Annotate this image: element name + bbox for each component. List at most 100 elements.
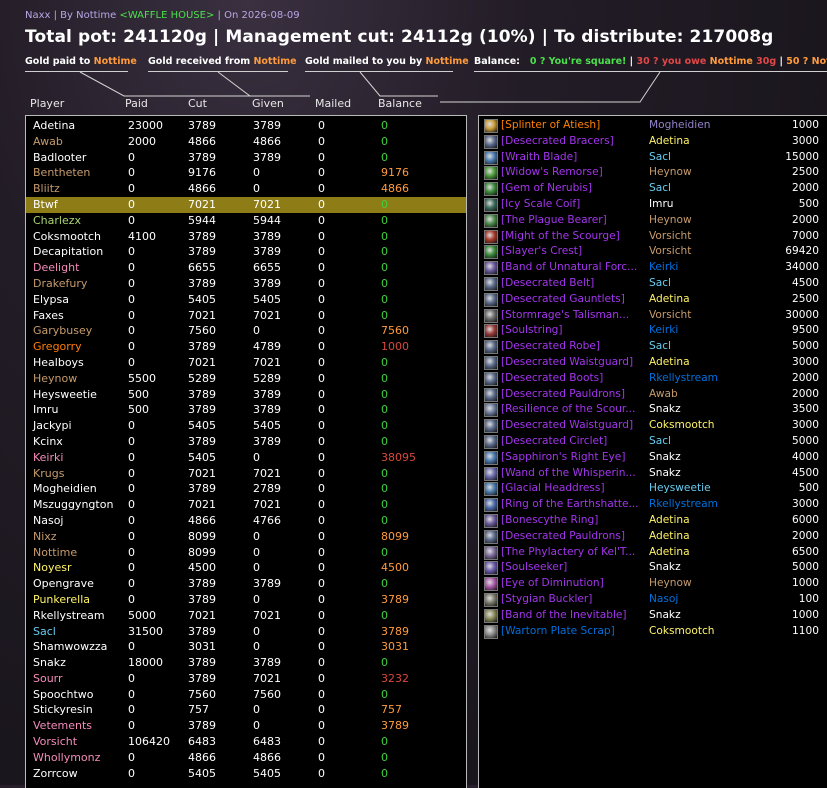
- player-row[interactable]: Spoochtwo 0 7560 7560 0 0: [26, 687, 466, 703]
- player-row[interactable]: Snakz 18000 3789 3789 0 0: [26, 655, 466, 671]
- player-row[interactable]: Whollymonz 0 4866 4866 0 0: [26, 750, 466, 766]
- item-link[interactable]: [The Plague Bearer]: [501, 213, 643, 229]
- loot-row[interactable]: [Soulstring] Keirki 9500: [479, 323, 827, 339]
- player-row[interactable]: Sourr 0 3789 7021 0 3232: [26, 671, 466, 687]
- item-link[interactable]: [Desecrated Boots]: [501, 371, 643, 387]
- item-link[interactable]: [Wand of the Whisperin...: [501, 466, 643, 482]
- item-link[interactable]: [Widow's Remorse]: [501, 165, 643, 181]
- loot-row[interactable]: [Splinter of Atiesh] Mogheidien 1000: [479, 118, 827, 134]
- item-link[interactable]: [Glacial Headdress]: [501, 481, 643, 497]
- item-link[interactable]: [Sapphiron's Right Eye]: [501, 450, 643, 466]
- loot-row[interactable]: [Widow's Remorse] Heynow 2500: [479, 165, 827, 181]
- column-header-paid[interactable]: Paid: [125, 97, 148, 110]
- item-link[interactable]: [Band of the Inevitable]: [501, 608, 643, 624]
- loot-row[interactable]: [Desecrated Pauldrons] Awab 2000: [479, 387, 827, 403]
- loot-row[interactable]: [Might of the Scourge] Vorsicht 7000: [479, 229, 827, 245]
- player-row[interactable]: Keirki 0 5405 0 0 38095: [26, 450, 466, 466]
- player-row[interactable]: Imru 500 3789 3789 0 0: [26, 402, 466, 418]
- loot-row[interactable]: [Wand of the Whisperin... Snakz 4500: [479, 466, 827, 482]
- column-header-balance[interactable]: Balance: [378, 97, 422, 110]
- player-row[interactable]: Kcinx 0 3789 3789 0 0: [26, 434, 466, 450]
- column-header-given[interactable]: Given: [252, 97, 284, 110]
- loot-row[interactable]: [Desecrated Waistguard] Adetina 3000: [479, 355, 827, 371]
- loot-row[interactable]: [Soulseeker] Snakz 5000: [479, 560, 827, 576]
- item-link[interactable]: [Desecrated Gauntlets]: [501, 292, 643, 308]
- player-row[interactable]: Rkellystream 5000 7021 7021 0 0: [26, 608, 466, 624]
- item-link[interactable]: [Desecrated Waistguard]: [501, 355, 643, 371]
- item-link[interactable]: [Desecrated Belt]: [501, 276, 643, 292]
- item-link[interactable]: [Desecrated Robe]: [501, 339, 643, 355]
- loot-row[interactable]: [Gem of Nerubis] Sacl 2000: [479, 181, 827, 197]
- loot-row[interactable]: [Band of the Inevitable] Snakz 1000: [479, 608, 827, 624]
- loot-row[interactable]: [Ring of the Earthshatte... Rkellystream 3…: [479, 497, 827, 513]
- loot-row[interactable]: [Bonescythe Ring] Adetina 6000: [479, 513, 827, 529]
- player-row[interactable]: Sacl 31500 3789 0 0 3789: [26, 624, 466, 640]
- loot-row[interactable]: [The Phylactery of Kel'T... Adetina 6500: [479, 545, 827, 561]
- player-row[interactable]: Heysweetie 500 3789 3789 0 0: [26, 387, 466, 403]
- item-link[interactable]: [Slayer's Crest]: [501, 244, 643, 260]
- loot-row[interactable]: [Desecrated Boots] Rkellystream 2000: [479, 371, 827, 387]
- loot-row[interactable]: [Desecrated Bracers] Adetina 3000: [479, 134, 827, 150]
- loot-row[interactable]: [Desecrated Belt] Sacl 4500: [479, 276, 827, 292]
- player-row[interactable]: Elypsa 0 5405 5405 0 0: [26, 292, 466, 308]
- column-header-player[interactable]: Player: [30, 97, 64, 110]
- item-link[interactable]: [Wartorn Plate Scrap]: [501, 624, 643, 640]
- item-link[interactable]: [Icy Scale Coif]: [501, 197, 643, 213]
- player-row[interactable]: Noyesr 0 4500 0 0 4500: [26, 560, 466, 576]
- loot-row[interactable]: [Wraith Blade] Sacl 15000: [479, 150, 827, 166]
- loot-row[interactable]: [Slayer's Crest] Vorsicht 69420: [479, 244, 827, 260]
- item-link[interactable]: [Band of Unnatural Forc...: [501, 260, 643, 276]
- loot-row[interactable]: [Band of Unnatural Forc... Keirki 34000: [479, 260, 827, 276]
- loot-row[interactable]: [Stygian Buckler] Nasoj 100: [479, 592, 827, 608]
- player-row[interactable]: Nasoj 0 4866 4766 0 0: [26, 513, 466, 529]
- player-row[interactable]: Garybusey 0 7560 0 0 7560: [26, 323, 466, 339]
- item-link[interactable]: [Desecrated Pauldrons]: [501, 387, 643, 403]
- loot-row[interactable]: [Glacial Headdress] Heysweetie 500: [479, 481, 827, 497]
- item-link[interactable]: [Eye of Diminution]: [501, 576, 643, 592]
- item-link[interactable]: [Desecrated Waistguard]: [501, 418, 643, 434]
- player-row[interactable]: Mszuggyngton 0 7021 7021 0 0: [26, 497, 466, 513]
- player-row[interactable]: Gregorry 0 3789 4789 0 1000: [26, 339, 466, 355]
- player-row[interactable]: Jackypi 0 5405 5405 0 0: [26, 418, 466, 434]
- column-header-cut[interactable]: Cut: [188, 97, 207, 110]
- player-row[interactable]: Bentheten 0 9176 0 0 9176: [26, 165, 466, 181]
- item-link[interactable]: [Ring of the Earthshatte...: [501, 497, 643, 513]
- item-link[interactable]: [Might of the Scourge]: [501, 229, 643, 245]
- item-link[interactable]: [Stormrage's Talisman...: [501, 308, 643, 324]
- loot-row[interactable]: [Desecrated Robe] Sacl 5000: [479, 339, 827, 355]
- column-header-mailed[interactable]: Mailed: [315, 97, 351, 110]
- item-link[interactable]: [The Phylactery of Kel'T...: [501, 545, 643, 561]
- player-row[interactable]: Coksmootch 4100 3789 3789 0 0: [26, 229, 466, 245]
- loot-row[interactable]: [Eye of Diminution] Heynow 1000: [479, 576, 827, 592]
- loot-row[interactable]: [Desecrated Gauntlets] Adetina 2500: [479, 292, 827, 308]
- player-row[interactable]: Bliitz 0 4866 0 0 4866: [26, 181, 466, 197]
- player-row[interactable]: Badlooter 0 3789 3789 0 0: [26, 150, 466, 166]
- loot-row[interactable]: [Desecrated Pauldrons] Adetina 2000: [479, 529, 827, 545]
- player-row[interactable]: Heynow 5500 5289 5289 0 0: [26, 371, 466, 387]
- item-link[interactable]: [Bonescythe Ring]: [501, 513, 643, 529]
- item-link[interactable]: [Gem of Nerubis]: [501, 181, 643, 197]
- loot-row[interactable]: [Desecrated Circlet] Sacl 5000: [479, 434, 827, 450]
- loot-row[interactable]: [The Plague Bearer] Heynow 2000: [479, 213, 827, 229]
- item-link[interactable]: [Desecrated Circlet]: [501, 434, 643, 450]
- player-row[interactable]: Deelight 0 6655 6655 0 0: [26, 260, 466, 276]
- player-row[interactable]: Healboys 0 7021 7021 0 0: [26, 355, 466, 371]
- player-row[interactable]: Mogheidien 0 3789 2789 0 0: [26, 481, 466, 497]
- player-row[interactable]: Awab 2000 4866 4866 0 0: [26, 134, 466, 150]
- item-link[interactable]: [Wraith Blade]: [501, 150, 643, 166]
- item-link[interactable]: [Desecrated Bracers]: [501, 134, 643, 150]
- loot-row[interactable]: [Sapphiron's Right Eye] Snakz 4000: [479, 450, 827, 466]
- player-row[interactable]: Nixz 0 8099 0 0 8099: [26, 529, 466, 545]
- player-row[interactable]: Charlezx 0 5944 5944 0 0: [26, 213, 466, 229]
- loot-row[interactable]: [Desecrated Waistguard] Coksmootch 3000: [479, 418, 827, 434]
- player-row[interactable]: Vorsicht 106420 6483 6483 0 0: [26, 734, 466, 750]
- item-link[interactable]: [Desecrated Pauldrons]: [501, 529, 643, 545]
- item-link[interactable]: [Soulseeker]: [501, 560, 643, 576]
- player-row[interactable]: Nottime 0 8099 0 0 0: [26, 545, 466, 561]
- item-link[interactable]: [Splinter of Atiesh]: [501, 118, 643, 134]
- player-row[interactable]: Shamwowzza 0 3031 0 0 3031: [26, 639, 466, 655]
- loot-row[interactable]: [Icy Scale Coif] Imru 500: [479, 197, 827, 213]
- player-row[interactable]: Faxes 0 7021 7021 0 0: [26, 308, 466, 324]
- loot-row[interactable]: [Stormrage's Talisman... Vorsicht 30000: [479, 308, 827, 324]
- loot-row[interactable]: [Resilience of the Scour... Snakz 3500: [479, 402, 827, 418]
